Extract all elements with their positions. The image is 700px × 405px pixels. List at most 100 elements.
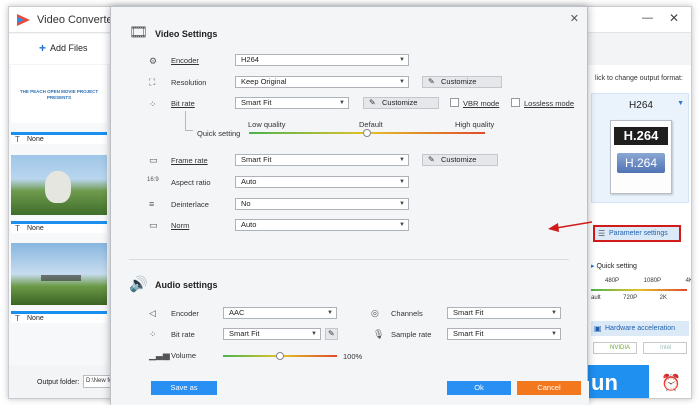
- video-bitrate-value: Smart Fit: [241, 98, 272, 107]
- norm-select[interactable]: Auto ▼: [235, 219, 409, 231]
- subtitle-selector[interactable]: T None: [11, 132, 107, 144]
- save-as-button[interactable]: Save as: [151, 381, 217, 395]
- sample-rate-value: Smart Fit: [453, 329, 484, 338]
- aspect-ratio-icon: 16:9: [147, 177, 159, 183]
- default-label: Default: [359, 120, 383, 129]
- cancel-button[interactable]: Cancel: [517, 381, 581, 395]
- triangle-down-icon: ▼: [677, 100, 684, 107]
- audio-encoder-select[interactable]: AAC ▼: [223, 307, 337, 319]
- chevron-down-icon: ▼: [339, 100, 345, 106]
- customize-label: Customize: [382, 98, 418, 107]
- video-bitrate-label: Bit rate: [171, 99, 195, 108]
- add-files-label: Add Files: [50, 43, 88, 53]
- ok-button[interactable]: Ok: [447, 381, 511, 395]
- section-divider: [129, 259, 569, 260]
- deinterlace-label: Deinterlace: [171, 200, 209, 209]
- quick-setting-slider[interactable]: [591, 289, 687, 291]
- video-thumbnail[interactable]: [11, 243, 107, 305]
- hardware-acceleration-toggle[interactable]: ▣ Hardware acceleration: [591, 321, 689, 336]
- output-folder-field[interactable]: D:\New fo: [83, 375, 111, 388]
- deinterlace-select[interactable]: No ▼: [235, 198, 409, 210]
- video-encoder-select[interactable]: H264 ▼: [235, 54, 409, 66]
- subtitle-selector[interactable]: T None: [11, 221, 107, 233]
- volume-slider-knob[interactable]: [276, 352, 284, 360]
- tick-label: 720P: [623, 295, 638, 301]
- audio-encoder-value: AAC: [229, 308, 245, 317]
- pencil-icon: ✎: [369, 98, 376, 107]
- dialog-button-bar: Save as Ok Cancel: [111, 381, 589, 405]
- framerate-icon: ▭: [149, 155, 158, 165]
- parameter-settings-button[interactable]: ☰ Parameter settings: [593, 225, 681, 242]
- pencil-icon: ✎: [428, 155, 435, 164]
- nvidia-label: NVIDIA: [610, 345, 631, 351]
- nvidia-option[interactable]: NVIDIA: [593, 342, 637, 354]
- bunny-figure: [45, 171, 71, 203]
- subtitle-value: None: [27, 136, 44, 143]
- resolution-customize-button[interactable]: ✎ Customize: [422, 76, 502, 88]
- chevron-down-icon: ▼: [399, 179, 405, 185]
- video-thumbnail[interactable]: [11, 155, 107, 215]
- alarm-clock-icon[interactable]: ⏰: [661, 373, 681, 393]
- tick-label: 480P: [605, 278, 620, 284]
- intel-option[interactable]: Intel: [643, 342, 687, 354]
- volume-value: 100%: [343, 352, 363, 361]
- tree-connector: [185, 111, 193, 131]
- video-encoder-label: Encoder: [171, 56, 199, 65]
- tick-label: ault: [591, 295, 601, 301]
- app-logo-icon: [17, 14, 30, 26]
- vbr-mode-label: VBR mode: [463, 99, 500, 108]
- hardware-acceleration-label: Hardware acceleration: [605, 325, 676, 332]
- norm-icon: ▭: [149, 220, 158, 230]
- chevron-down-icon: ▼: [399, 79, 405, 85]
- h264-icon-top-label: H.264: [614, 127, 668, 145]
- subtitle-selector[interactable]: T None: [11, 311, 107, 323]
- minimize-button[interactable]: —: [642, 12, 653, 24]
- norm-label: Norm: [171, 221, 190, 230]
- format-name: H264: [629, 100, 653, 111]
- app-title: Video Converter: [37, 14, 117, 26]
- tick-label: 2K: [659, 295, 667, 301]
- video-encoder-value: H264: [241, 55, 259, 64]
- quality-slider-knob[interactable]: [363, 129, 371, 137]
- resolution-label: Resolution: [171, 78, 207, 87]
- plus-icon: +: [39, 41, 47, 55]
- video-bitrate-select[interactable]: Smart Fit ▼: [235, 97, 349, 109]
- subtitle-value: None: [27, 315, 44, 322]
- encoder-icon: ⚙: [149, 56, 158, 66]
- chevron-down-icon: ▼: [399, 222, 405, 228]
- add-files-button[interactable]: + Add Files: [39, 41, 88, 55]
- pencil-icon: ✎: [428, 77, 435, 86]
- quick-setting-top-ticks: 480P 1080P 4K: [605, 278, 691, 284]
- lossless-mode-label: Lossless mode: [524, 99, 575, 108]
- resolution-icon: ⛶: [149, 77, 156, 87]
- audio-encoder-icon: ◁: [149, 308, 156, 318]
- intel-label: Intel: [660, 345, 672, 351]
- aspect-ratio-select[interactable]: Auto ▼: [235, 176, 409, 188]
- bitrate-customize-button[interactable]: ✎ Customize: [363, 97, 439, 109]
- file-list: THE PEACH OPEN MOVIE PROJECT PRESENTS T …: [9, 65, 109, 365]
- audio-bitrate-value: Smart Fit: [229, 329, 260, 338]
- sample-rate-select[interactable]: Smart Fit ▼: [447, 328, 561, 340]
- audio-bitrate-edit-button[interactable]: ✎: [325, 328, 338, 340]
- vbr-mode-checkbox[interactable]: [450, 98, 459, 107]
- audio-bitrate-select[interactable]: Smart Fit ▼: [223, 328, 321, 340]
- channels-select[interactable]: Smart Fit ▼: [447, 307, 561, 319]
- audio-encoder-label: Encoder: [171, 309, 199, 318]
- dialog-close-button[interactable]: ✕: [570, 12, 579, 25]
- lossless-mode-checkbox[interactable]: [511, 98, 520, 107]
- framerate-value: Smart Fit: [241, 155, 272, 164]
- quick-setting-bottom-ticks: ault 720P 2K: [591, 295, 689, 301]
- customize-label: Customize: [441, 155, 477, 164]
- output-folder-label: Output folder:: [37, 379, 80, 386]
- chevron-down-icon: ▼: [311, 331, 317, 337]
- resolution-value: Keep Original: [241, 77, 287, 86]
- close-button[interactable]: ✕: [669, 11, 679, 25]
- framerate-customize-button[interactable]: ✎ Customize: [422, 154, 498, 166]
- framerate-select[interactable]: Smart Fit ▼: [235, 154, 409, 166]
- low-quality-label: Low quality: [248, 120, 286, 129]
- resolution-select[interactable]: Keep Original ▼: [235, 76, 409, 88]
- run-button[interactable]: un: [587, 365, 649, 398]
- output-format-selector[interactable]: H264 ▼ H.264 H.264: [591, 93, 689, 203]
- video-thumbnail[interactable]: THE PEACH OPEN MOVIE PROJECT PRESENTS: [11, 65, 107, 123]
- format-hint: lick to change output format:: [595, 75, 683, 82]
